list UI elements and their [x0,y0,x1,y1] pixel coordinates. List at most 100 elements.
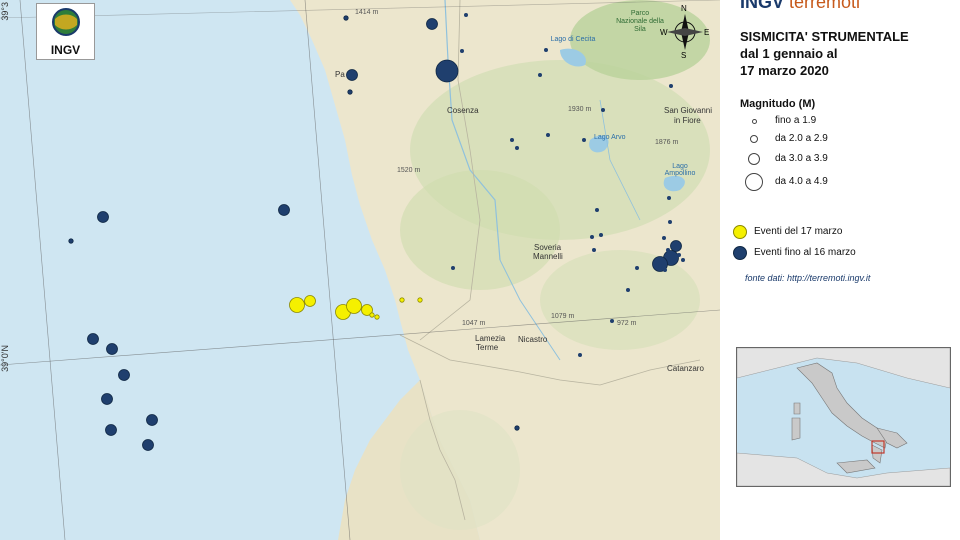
inset-map-italy [736,347,951,487]
event-before-16-march [681,258,685,262]
event-before-16-march [635,266,639,270]
place-san-giovanni: San Giovanni [664,106,713,115]
event-before-16-march [663,268,667,272]
event-before-16-march [544,48,548,52]
event-before-16-march [343,15,349,21]
latitude-label-middle: 39°0'N [0,345,10,372]
event-before-16-march [626,288,630,292]
latitude-label-top: 39°3 [0,2,10,21]
event-before-16-march [347,89,353,95]
data-source: fonte dati: http://terremoti.ingv.it [745,273,871,283]
elevation-1047: 1047 m [462,320,486,327]
event-before-16-march [538,73,542,77]
event-before-16-march [105,424,117,436]
place-in-fiore: in Fiore [674,116,701,125]
title-line-2: dal 1 gennaio al [740,46,838,61]
event-before-16-march [578,353,582,357]
event-before-16-march [669,84,673,88]
magnitude-symbol [751,118,757,124]
event-before-16-march [118,369,130,381]
event-before-16-march [582,138,586,142]
place-mannelli: Mannelli [533,252,563,261]
place-pa: Pa [335,70,345,79]
event-before-16-march [87,333,99,345]
event-before-16-march [599,233,603,237]
event-before-16-march [546,133,550,137]
magnitude-class-label: da 2.0 a 2.9 [775,133,828,144]
magnitude-class-label: da 3.0 a 3.9 [775,153,828,164]
brand-ingv: INGV [740,0,785,12]
elevation-972: 972 m [617,320,637,327]
event-before-16-march [460,49,464,53]
event-legend-symbol [733,246,747,260]
magnitude-symbol [748,153,760,165]
map-base: N S E W [0,0,720,540]
event-before-16-march [97,211,109,223]
event-before-16-march [515,146,519,150]
svg-text:S: S [681,51,686,60]
elevation-1930: 1930 m [568,106,592,113]
elevation-1520: 1520 m [397,167,421,174]
event-17-march [374,314,380,320]
svg-text:N: N [681,4,687,13]
event-before-16-march [68,238,74,244]
place-terme: Terme [476,343,499,352]
event-before-16-march [346,69,358,81]
place-catanzaro: Catanzaro [667,364,704,373]
brand-terremoti: terremoti [789,0,861,12]
elevation-1079: 1079 m [551,313,575,320]
event-17-march [289,297,305,313]
event-before-16-march [658,264,662,268]
elevation-1414: 1414 m [355,9,379,16]
place-nicastro: Nicastro [518,335,548,344]
event-legend-symbol [733,225,747,239]
event-before-16-march [610,319,614,323]
event-before-16-march [146,414,158,426]
event-before-16-march [106,343,118,355]
event-before-16-march [510,138,514,142]
seismicity-map: N S E W 39°3 39°0'N Cosenza San Giovanni… [0,0,720,540]
event-before-16-march [668,220,672,224]
event-legend-label: Eventi del 17 marzo [754,226,843,237]
event-before-16-march [451,266,455,270]
event-before-16-march [590,235,594,239]
event-before-16-march [667,196,671,200]
event-before-16-march [662,236,666,240]
event-17-march [417,297,423,303]
event-before-16-march [514,425,520,431]
magnitude-symbol [750,135,758,143]
magnitude-class-row: da 4.0 a 4.9 [720,173,960,198]
italy-inset-svg [737,348,950,486]
lake-cecita-label: Lago di Cecita [550,36,596,43]
event-before-16-march [670,240,682,252]
event-before-16-march [595,208,599,212]
place-lamezia: Lamezia [475,334,506,343]
event-17-march [346,298,362,314]
event-before-16-march [592,248,596,252]
event-before-16-march [677,253,681,257]
event-before-16-march [670,260,674,264]
globe-icon [51,8,80,36]
place-soveria: Soveria [534,243,562,252]
event-legend-label: Eventi fino al 16 marzo [754,247,856,258]
magnitude-class-label: fino a 1.9 [775,115,817,126]
event-before-16-march [601,108,605,112]
park-sila-label: Parco Nazionale della Sila [616,10,664,33]
legend-panel: INGV terremoti SISMICITA' STRUMENTALE da… [720,0,960,540]
title-line-1: SISMICITA' STRUMENTALE [740,29,909,44]
magnitude-class-label: da 4.0 a 4.9 [775,176,828,187]
logo-text: INGV [50,43,81,57]
event-before-16-march [101,393,113,405]
title-line-3: 17 marzo 2020 [740,63,829,78]
place-cosenza: Cosenza [447,106,479,115]
event-before-16-march [426,18,438,30]
event-17-march [369,312,375,318]
brand-header: INGV terremoti [740,0,860,13]
ingv-logo: INGV [36,3,95,60]
elevation-1876: 1876 m [655,139,679,146]
magnitude-symbol [745,173,763,191]
event-17-march [399,297,405,303]
event-before-16-march [142,439,154,451]
event-17-march [304,295,316,307]
lake-ampollino-label: Lago Ampollino [664,163,696,177]
